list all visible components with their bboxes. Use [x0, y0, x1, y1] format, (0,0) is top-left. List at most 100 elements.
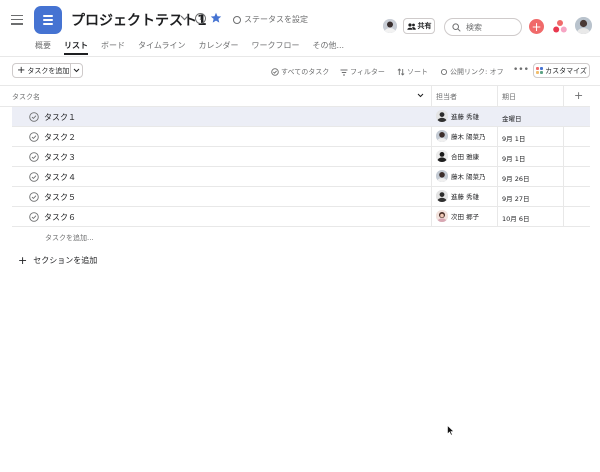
task-name[interactable]: タスク６: [44, 212, 76, 223]
tabs-divider: [0, 56, 600, 57]
due-date[interactable]: 金曜日: [502, 113, 522, 123]
table-row[interactable]: タスク５ 進藤 秀雄 9月 27日: [12, 187, 590, 207]
tab-board[interactable]: ボード: [101, 40, 125, 56]
status-circle-icon: [233, 15, 241, 24]
filter-button[interactable]: フィルター: [340, 67, 385, 77]
tab-list[interactable]: リスト: [64, 40, 88, 56]
assignee-name: 進藤 秀雄: [451, 113, 480, 121]
all-tasks-filter[interactable]: すべてのタスク: [271, 67, 329, 77]
assignee-cell[interactable]: 藤木 陽菜乃: [436, 130, 486, 142]
chevron-down-icon[interactable]: [417, 93, 424, 98]
tab-timeline[interactable]: タイムライン: [138, 40, 185, 56]
add-section-label: セクションを追加: [33, 256, 98, 265]
customize-button[interactable]: カスタマイズ: [533, 63, 590, 78]
asana-logo-icon[interactable]: [553, 19, 567, 34]
star-icon[interactable]: [210, 12, 222, 24]
plus-icon: +: [18, 254, 28, 267]
assignee-cell[interactable]: 藤木 陽菜乃: [436, 170, 486, 182]
project-tabs: 概要 リスト ボード タイムライン カレンダー ワークフロー その他...: [35, 40, 357, 56]
check-circle-icon[interactable]: [29, 112, 39, 122]
filter-icon: [340, 69, 348, 75]
table-row[interactable]: タスク４ 藤木 陽菜乃 9月 26日: [12, 167, 590, 187]
search-input[interactable]: 検索: [444, 18, 522, 36]
assignee-name: 合田 雅康: [451, 153, 480, 161]
assignee-name: 藤木 陽菜乃: [451, 173, 486, 181]
plus-icon: +: [17, 65, 26, 76]
check-circle-icon[interactable]: [29, 212, 39, 222]
task-name[interactable]: タスク１: [44, 112, 76, 123]
table-row[interactable]: タスク１ 進藤 秀雄 金曜日: [12, 107, 590, 127]
add-task-label: タスクを追加: [27, 66, 70, 75]
table-row[interactable]: タスク２ 藤木 陽菜乃 9月 1日: [12, 127, 590, 147]
table-row[interactable]: タスク６ 次田 郷子 10月 6日: [12, 207, 590, 227]
task-name[interactable]: タスク５: [44, 192, 76, 203]
tab-overview[interactable]: 概要: [35, 40, 51, 56]
more-options-icon[interactable]: •••: [513, 65, 529, 75]
add-column-icon[interactable]: +: [574, 89, 583, 102]
task-name[interactable]: タスク３: [44, 152, 76, 163]
search-icon: [452, 22, 461, 32]
avatar: [436, 170, 448, 182]
assignee-name: 藤木 陽菜乃: [451, 133, 486, 141]
sort-icon: [397, 68, 405, 76]
hamburger-menu-icon[interactable]: [11, 15, 23, 25]
info-icon[interactable]: i: [195, 13, 206, 24]
assignee-name: 次田 郷子: [451, 213, 480, 221]
assignee-cell[interactable]: 次田 郷子: [436, 210, 479, 222]
column-header-assignee[interactable]: 担当者: [436, 92, 457, 102]
user-avatar[interactable]: [575, 17, 592, 34]
due-date[interactable]: 9月 26日: [502, 173, 529, 183]
globe-icon: [440, 68, 448, 76]
due-date[interactable]: 9月 1日: [502, 133, 525, 143]
due-date[interactable]: 9月 27日: [502, 193, 529, 203]
tab-calendar[interactable]: カレンダー: [198, 40, 238, 56]
set-status-button[interactable]: ステータスを設定: [233, 14, 308, 25]
search-placeholder: 検索: [466, 22, 482, 32]
toolbar-divider: [0, 85, 600, 86]
add-task-link[interactable]: タスクを追加...: [45, 233, 94, 243]
chevron-down-icon[interactable]: [180, 15, 189, 21]
public-link-label: 公開リンク: オフ: [450, 68, 504, 76]
status-label: ステータスを設定: [244, 15, 308, 24]
check-circle-icon: [271, 68, 279, 76]
assignee-name: 進藤 秀雄: [451, 193, 480, 201]
add-task-dropdown[interactable]: [70, 64, 82, 77]
task-name[interactable]: タスク２: [44, 132, 76, 143]
check-circle-icon[interactable]: [29, 132, 39, 142]
share-label: 共有: [417, 22, 432, 30]
table-row[interactable]: タスク３ 合田 雅康 9月 1日: [12, 147, 590, 167]
avatar: [436, 150, 448, 162]
member-avatar[interactable]: [383, 19, 397, 33]
avatar: [436, 210, 448, 222]
check-circle-icon[interactable]: [29, 152, 39, 162]
mouse-cursor-icon: [447, 425, 455, 436]
all-tasks-label: すべてのタスク: [281, 68, 330, 76]
create-button[interactable]: +: [529, 19, 544, 34]
assignee-cell[interactable]: 合田 雅康: [436, 150, 479, 162]
task-name[interactable]: タスク４: [44, 172, 76, 183]
column-header-task-name[interactable]: タスク名: [12, 92, 40, 102]
tab-more[interactable]: その他...: [312, 40, 344, 56]
customize-icon: [536, 67, 544, 74]
tab-workflow[interactable]: ワークフロー: [251, 40, 299, 56]
add-section-button[interactable]: + セクションを追加: [18, 254, 97, 267]
public-link-button[interactable]: 公開リンク: オフ: [440, 67, 504, 77]
check-circle-icon[interactable]: [29, 172, 39, 182]
avatar: [436, 110, 448, 122]
assignee-cell[interactable]: 進藤 秀雄: [436, 190, 479, 202]
column-header-due-date[interactable]: 期日: [502, 92, 516, 102]
project-icon: [34, 6, 62, 34]
avatar: [436, 130, 448, 142]
due-date[interactable]: 9月 1日: [502, 153, 525, 163]
assignee-cell[interactable]: 進藤 秀雄: [436, 110, 479, 122]
avatar: [436, 190, 448, 202]
filter-label: フィルター: [350, 68, 385, 76]
check-circle-icon[interactable]: [29, 192, 39, 202]
people-icon: [406, 22, 416, 30]
sort-label: ソート: [407, 68, 428, 76]
add-task-button[interactable]: + タスクを追加: [12, 63, 83, 78]
sort-button[interactable]: ソート: [397, 67, 428, 77]
chevron-down-icon: [73, 68, 80, 73]
share-button[interactable]: 共有: [403, 18, 435, 34]
due-date[interactable]: 10月 6日: [502, 213, 529, 223]
